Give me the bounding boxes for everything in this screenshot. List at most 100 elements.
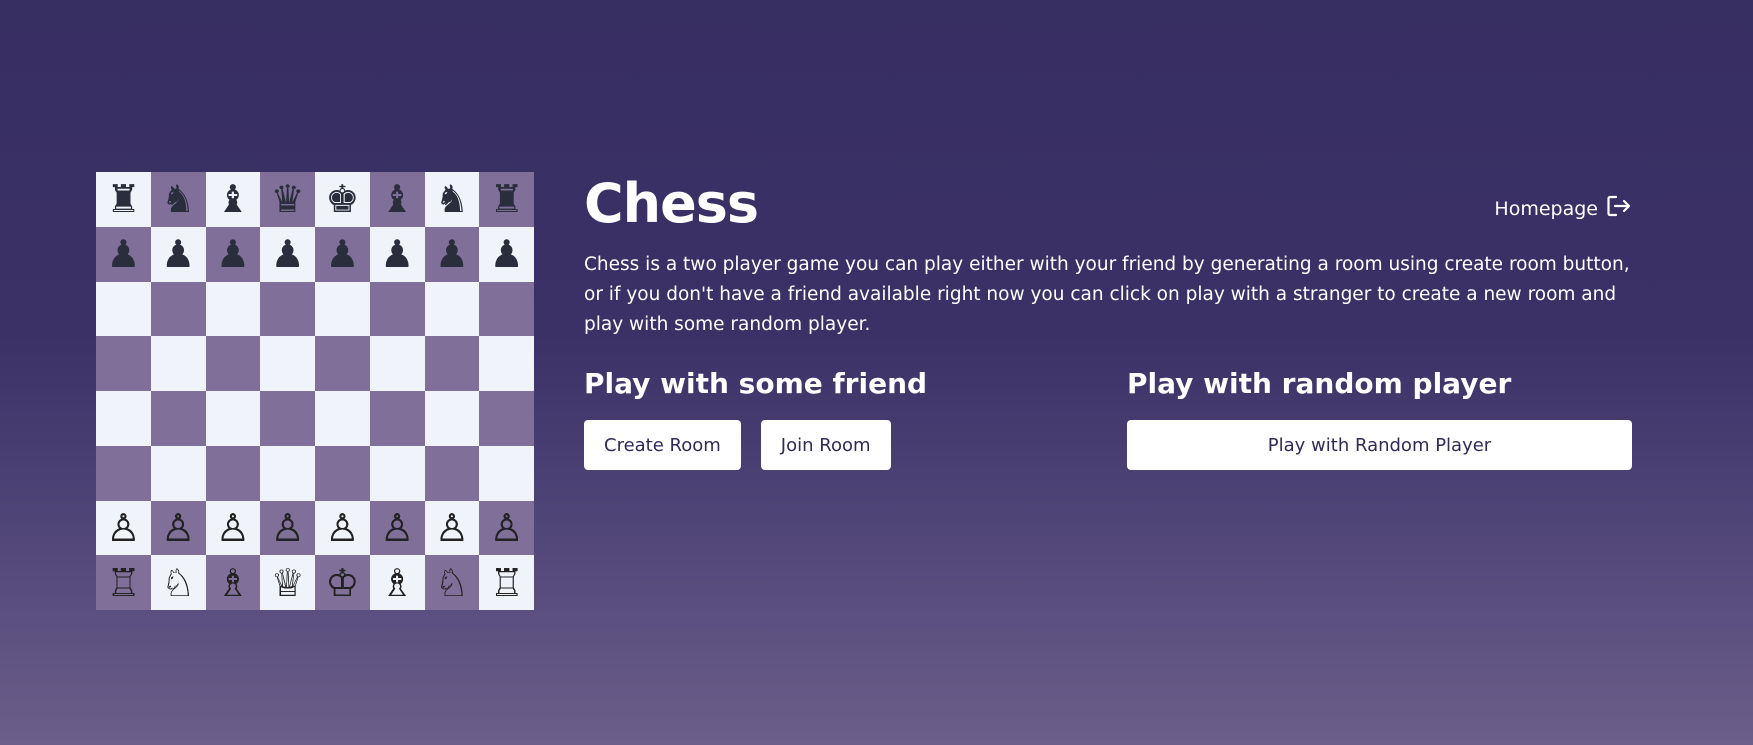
square-g8[interactable]: ♞ <box>424 172 480 227</box>
square-b6[interactable] <box>150 281 206 337</box>
chess-piece-d7[interactable]: ♟ <box>271 235 305 273</box>
chess-piece-e8[interactable]: ♚ <box>325 180 359 218</box>
square-a3[interactable] <box>96 445 151 501</box>
square-e8[interactable]: ♚ <box>315 172 370 227</box>
square-c3[interactable] <box>205 445 261 501</box>
create-room-button[interactable]: Create Room <box>584 420 741 470</box>
square-e6[interactable] <box>315 281 370 337</box>
square-a5[interactable] <box>96 336 151 391</box>
square-b1[interactable]: ♘ <box>150 555 206 610</box>
square-b7[interactable]: ♟ <box>150 226 206 282</box>
square-b2[interactable]: ♙ <box>150 500 206 556</box>
square-h4[interactable] <box>479 391 534 446</box>
square-c1[interactable]: ♗ <box>205 555 261 610</box>
square-c2[interactable]: ♙ <box>205 500 261 556</box>
square-g1[interactable]: ♘ <box>424 555 480 610</box>
square-f7[interactable]: ♟ <box>369 226 425 282</box>
chess-piece-h7[interactable]: ♟ <box>490 235 524 273</box>
chess-piece-b2[interactable]: ♙ <box>161 509 195 547</box>
square-f1[interactable]: ♗ <box>369 555 425 610</box>
chess-piece-g7[interactable]: ♟ <box>435 235 469 273</box>
chess-piece-b8[interactable]: ♞ <box>161 180 195 218</box>
square-e1[interactable]: ♔ <box>315 555 370 610</box>
chess-piece-e2[interactable]: ♙ <box>325 509 359 547</box>
square-f8[interactable]: ♝ <box>369 172 425 227</box>
square-h2[interactable]: ♙ <box>479 500 534 556</box>
square-a6[interactable] <box>96 281 151 337</box>
homepage-link[interactable]: Homepage <box>1494 194 1632 223</box>
square-e7[interactable]: ♟ <box>315 226 370 282</box>
chess-piece-f1[interactable]: ♗ <box>380 564 414 602</box>
square-a8[interactable]: ♜ <box>96 172 151 227</box>
chess-piece-h2[interactable]: ♙ <box>490 509 524 547</box>
square-f4[interactable] <box>369 391 425 446</box>
square-b8[interactable]: ♞ <box>150 172 206 227</box>
square-d6[interactable] <box>260 281 315 337</box>
chess-piece-h1[interactable]: ♖ <box>490 564 524 602</box>
square-d2[interactable]: ♙ <box>260 500 315 556</box>
chess-piece-e7[interactable]: ♟ <box>325 235 359 273</box>
square-c5[interactable] <box>205 336 261 391</box>
square-g4[interactable] <box>424 391 480 446</box>
square-e2[interactable]: ♙ <box>315 500 370 556</box>
chess-piece-a1[interactable]: ♖ <box>106 564 140 602</box>
square-h7[interactable]: ♟ <box>479 226 534 282</box>
square-a1[interactable]: ♖ <box>96 555 151 610</box>
square-a2[interactable]: ♙ <box>96 500 151 556</box>
chess-piece-d8[interactable]: ♛ <box>271 180 305 218</box>
square-c6[interactable] <box>205 281 261 337</box>
square-a7[interactable]: ♟ <box>96 226 151 282</box>
square-h8[interactable]: ♜ <box>479 172 534 227</box>
square-g2[interactable]: ♙ <box>424 500 480 556</box>
square-g7[interactable]: ♟ <box>424 226 480 282</box>
square-e4[interactable] <box>315 391 370 446</box>
chess-piece-c1[interactable]: ♗ <box>216 564 250 602</box>
play-random-button[interactable]: Play with Random Player <box>1127 420 1632 470</box>
square-c4[interactable] <box>205 391 261 446</box>
chess-piece-h8[interactable]: ♜ <box>490 180 524 218</box>
square-g3[interactable] <box>424 445 480 501</box>
square-f6[interactable] <box>369 281 425 337</box>
square-f5[interactable] <box>369 336 425 391</box>
square-g6[interactable] <box>424 281 480 337</box>
chess-piece-d2[interactable]: ♙ <box>271 509 305 547</box>
square-f2[interactable]: ♙ <box>369 500 425 556</box>
square-d8[interactable]: ♛ <box>260 172 315 227</box>
square-d5[interactable] <box>260 336 315 391</box>
chess-piece-c7[interactable]: ♟ <box>216 235 250 273</box>
chess-piece-f2[interactable]: ♙ <box>380 509 414 547</box>
square-h1[interactable]: ♖ <box>479 555 534 610</box>
square-b3[interactable] <box>150 445 206 501</box>
chess-piece-f8[interactable]: ♝ <box>380 180 414 218</box>
chess-piece-g8[interactable]: ♞ <box>435 180 469 218</box>
chess-piece-e1[interactable]: ♔ <box>325 564 359 602</box>
chess-piece-a7[interactable]: ♟ <box>106 235 140 273</box>
square-d3[interactable] <box>260 445 315 501</box>
chess-piece-c2[interactable]: ♙ <box>216 509 250 547</box>
chess-piece-b7[interactable]: ♟ <box>161 235 195 273</box>
square-h6[interactable] <box>479 281 534 337</box>
chess-piece-a2[interactable]: ♙ <box>106 509 140 547</box>
chess-piece-g1[interactable]: ♘ <box>435 564 469 602</box>
square-b4[interactable] <box>150 391 206 446</box>
square-e5[interactable] <box>315 336 370 391</box>
square-d4[interactable] <box>260 391 315 446</box>
chess-piece-g2[interactable]: ♙ <box>435 509 469 547</box>
chess-piece-d1[interactable]: ♕ <box>271 564 305 602</box>
square-d7[interactable]: ♟ <box>260 226 315 282</box>
chess-piece-a8[interactable]: ♜ <box>106 180 140 218</box>
square-h5[interactable] <box>479 336 534 391</box>
square-c8[interactable]: ♝ <box>205 172 261 227</box>
square-h3[interactable] <box>479 445 534 501</box>
square-c7[interactable]: ♟ <box>205 226 261 282</box>
chess-piece-f7[interactable]: ♟ <box>380 235 414 273</box>
square-f3[interactable] <box>369 445 425 501</box>
chess-piece-c8[interactable]: ♝ <box>216 180 250 218</box>
square-d1[interactable]: ♕ <box>260 555 315 610</box>
square-a4[interactable] <box>96 391 151 446</box>
join-room-button[interactable]: Join Room <box>760 420 891 470</box>
square-e3[interactable] <box>315 445 370 501</box>
square-b5[interactable] <box>150 336 206 391</box>
chess-piece-b1[interactable]: ♘ <box>161 564 195 602</box>
square-g5[interactable] <box>424 336 480 391</box>
